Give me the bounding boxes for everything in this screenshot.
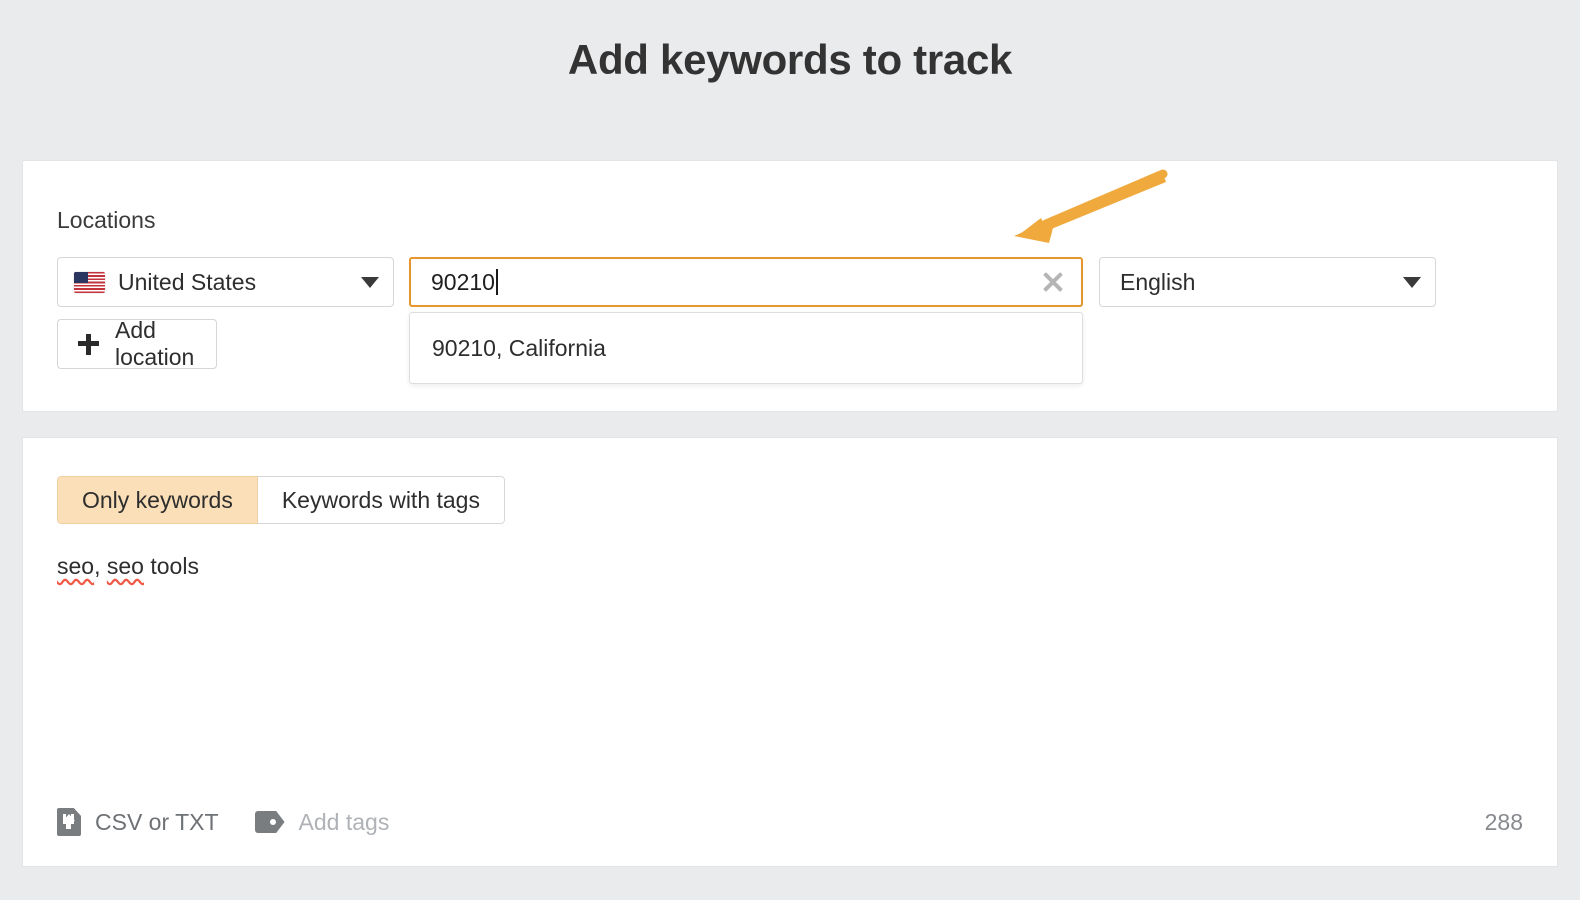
location-suggestions-dropdown: 90210, California bbox=[409, 312, 1083, 384]
keywords-panel-footer: CSV or TXT Add tags 288 bbox=[57, 802, 1523, 842]
keyword-token: seo bbox=[106, 553, 144, 579]
file-upload-icon bbox=[57, 808, 81, 836]
keyword-token: tools bbox=[143, 553, 199, 579]
add-tags-label: Add tags bbox=[298, 808, 390, 835]
us-flag-icon bbox=[74, 271, 105, 293]
location-search-value-wrap: 90210 bbox=[431, 269, 498, 296]
upload-label: CSV or TXT bbox=[95, 808, 219, 835]
tag-icon bbox=[254, 811, 285, 833]
keywords-panel: Only keywords Keywords with tags seo, se… bbox=[22, 437, 1558, 867]
plus-icon bbox=[78, 333, 99, 355]
language-select[interactable]: English bbox=[1099, 257, 1436, 307]
country-select[interactable]: United States bbox=[57, 257, 394, 307]
add-location-button[interactable]: Add location bbox=[57, 317, 218, 370]
locations-panel: Locations United States Add location 902… bbox=[22, 160, 1558, 412]
tab-keywords-with-tags[interactable]: Keywords with tags bbox=[257, 476, 505, 524]
chevron-down-icon bbox=[361, 276, 379, 288]
app-root: Add keywords to track Locations United S… bbox=[0, 0, 1580, 900]
language-select-value: English bbox=[1120, 268, 1196, 295]
suggestion-item[interactable]: 90210, California bbox=[410, 319, 1082, 377]
location-search-wrap: 90210 90210, California bbox=[409, 257, 1083, 384]
location-search-input[interactable]: 90210 bbox=[409, 257, 1083, 307]
country-select-value: United States bbox=[118, 268, 257, 295]
keyword-separator: , bbox=[94, 553, 107, 579]
chevron-down-icon bbox=[1403, 276, 1421, 288]
page-title: Add keywords to track bbox=[567, 36, 1013, 83]
upload-csv-txt-button[interactable]: CSV or TXT bbox=[57, 808, 219, 836]
keyword-counter: 288 bbox=[1484, 808, 1523, 835]
keyword-token: seo bbox=[57, 553, 95, 579]
add-location-label: Add location bbox=[115, 317, 195, 370]
text-cursor bbox=[495, 269, 498, 295]
add-tags-button[interactable]: Add tags bbox=[254, 808, 390, 836]
location-search-value: 90210 bbox=[431, 268, 495, 295]
locations-label: Locations bbox=[57, 207, 156, 233]
keyword-mode-tabs: Only keywords Keywords with tags bbox=[57, 476, 505, 524]
keywords-textarea[interactable]: seo, seo tools bbox=[57, 550, 1523, 770]
tab-only-keywords[interactable]: Only keywords bbox=[57, 476, 258, 524]
close-icon[interactable] bbox=[1041, 270, 1065, 294]
country-select-content: United States bbox=[74, 269, 256, 296]
